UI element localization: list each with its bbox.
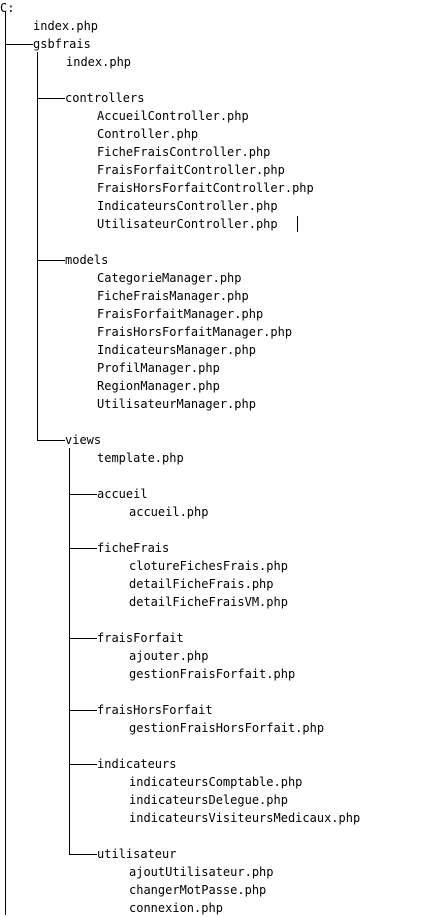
file-item[interactable]: index.php — [66, 53, 131, 71]
folder-utilisateur[interactable]: utilisateur — [97, 845, 176, 863]
tree-horizontal-connector — [37, 260, 65, 261]
tree-horizontal-connector — [37, 98, 65, 99]
folder-fraisHorsForfait[interactable]: fraisHorsForfait — [97, 701, 213, 719]
file-item[interactable]: AccueilController.php — [97, 107, 249, 125]
file-item[interactable]: IndicateursManager.php — [97, 341, 256, 359]
tree-vertical-connector — [5, 12, 6, 915]
file-item[interactable]: FraisHorsForfaitManager.php — [97, 323, 292, 341]
tree-horizontal-connector — [69, 548, 97, 549]
directory-tree: C: index.php gsbfrais index.php controllers A… — [0, 0, 434, 915]
file-item[interactable]: FraisForfaitController.php — [97, 161, 285, 179]
file-item[interactable]: gestionFraisHorsForfait.php — [129, 719, 324, 737]
folder-controllers[interactable]: controllers — [65, 89, 144, 107]
folder-indicateurs[interactable]: indicateurs — [97, 755, 176, 773]
file-item[interactable]: FicheFraisController.php — [97, 143, 270, 161]
tree-horizontal-connector — [5, 44, 33, 45]
folder-accueil[interactable]: accueil — [97, 485, 148, 503]
folder-ficheFrais[interactable]: ficheFrais — [97, 539, 169, 557]
file-item[interactable]: CategorieManager.php — [97, 269, 242, 287]
file-item[interactable]: changerMotPasse.php — [129, 881, 266, 899]
folder-gsbfrais[interactable]: gsbfrais — [33, 35, 91, 53]
file-item[interactable]: connexion.php — [129, 899, 223, 917]
tree-vertical-connector — [69, 448, 70, 855]
tree-horizontal-connector — [69, 764, 97, 765]
file-item[interactable]: indicateursComptable.php — [129, 773, 302, 791]
file-item[interactable]: indicateursVisiteursMedicaux.php — [129, 809, 360, 827]
tree-horizontal-connector — [69, 854, 97, 855]
file-item[interactable]: UtilisateurManager.php — [97, 395, 256, 413]
file-item[interactable]: IndicateursController.php — [97, 197, 278, 215]
root-drive-label: C: — [0, 1, 15, 15]
tree-horizontal-connector — [37, 440, 65, 441]
folder-models[interactable]: models — [65, 251, 108, 269]
file-item[interactable]: ajouter.php — [129, 647, 208, 665]
text-cursor — [297, 216, 298, 232]
tree-horizontal-connector — [69, 494, 97, 495]
folder-views[interactable]: views — [65, 431, 101, 449]
file-item[interactable]: clotureFichesFrais.php — [129, 557, 288, 575]
file-item[interactable]: ProfilManager.php — [97, 359, 220, 377]
file-item[interactable]: detailFicheFraisVM.php — [129, 593, 288, 611]
file-item[interactable]: template.php — [97, 449, 184, 467]
file-item[interactable]: RegionManager.php — [97, 377, 220, 395]
file-item[interactable]: UtilisateurController.php — [97, 215, 278, 233]
tree-horizontal-connector — [69, 710, 97, 711]
file-item[interactable]: indicateursDelegue.php — [129, 791, 288, 809]
tree-vertical-connector — [37, 52, 38, 441]
file-item[interactable]: ajoutUtilisateur.php — [129, 863, 274, 881]
file-item[interactable]: index.php — [33, 17, 98, 35]
file-item[interactable]: gestionFraisForfait.php — [129, 665, 295, 683]
folder-fraisForfait[interactable]: fraisForfait — [97, 629, 184, 647]
file-item[interactable]: FicheFraisManager.php — [97, 287, 249, 305]
file-item[interactable]: Controller.php — [97, 125, 198, 143]
file-item[interactable]: accueil.php — [129, 503, 208, 521]
file-item[interactable]: FraisForfaitManager.php — [97, 305, 263, 323]
file-item[interactable]: detailFicheFrais.php — [129, 575, 274, 593]
file-item[interactable]: FraisHorsForfaitController.php — [97, 179, 314, 197]
tree-horizontal-connector — [69, 638, 97, 639]
